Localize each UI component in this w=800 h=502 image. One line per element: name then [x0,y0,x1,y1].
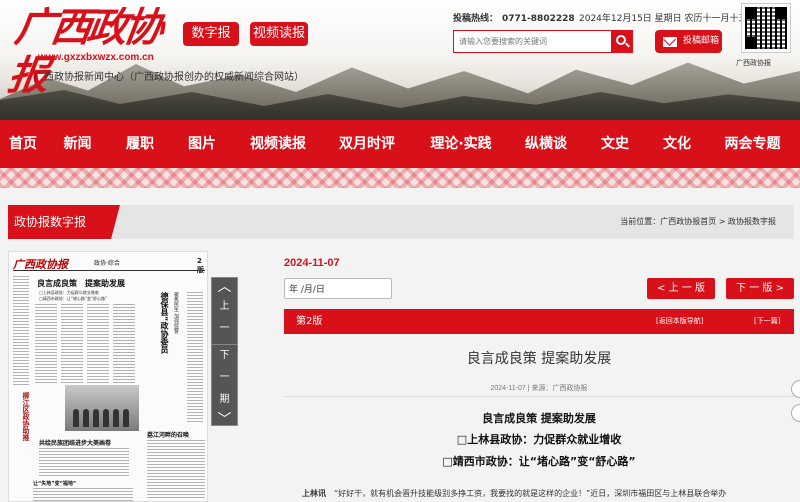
mail-icon [663,37,677,47]
return-to-page-nav-link[interactable]: [返回本版导航] [656,309,703,334]
article-heading-2: □上林县政协：力促群众就业增收 [456,433,622,446]
previous-edition-button[interactable]: < 上 一 版 [647,278,715,299]
paper-vertical-subhead: 聚焦民生 加强监督 [173,292,179,334]
paper-text-column [39,448,129,476]
paper-text-column [35,304,57,384]
paper-text-column [147,440,205,500]
digital-paper-button[interactable]: 数字报 [183,22,239,46]
paper-sub-2: □靖西市政协：让“堵心路”变“舒心路” [39,296,108,301]
date-picker-input[interactable] [284,278,392,299]
submission-mail-button[interactable]: 投稿邮箱 [655,30,722,53]
paper-page-number: 2版 [197,257,204,274]
hotline: 投稿热线： 0771-8802228 [453,11,575,24]
article-body: 上林讯 “好好干，就有机会晋升技能级别多挣工资，我要找的就是这样的企业！”近日，深… [302,488,794,499]
qr-code [741,3,791,53]
photo-person [83,409,89,427]
prev-issue-char-2: 一 [219,323,230,334]
nav-item-talk[interactable]: 纵横谈 [511,120,581,168]
paper-subheads: □上林县政协：力促群众就业增收 □靖西市政协：让“堵心路”变“舒心路” [39,290,107,302]
next-article-link[interactable]: [下一篇] [754,309,780,334]
search-input[interactable] [453,30,611,53]
current-date: 2024年12月15日 星期日 农历十一月十五 [579,14,748,24]
nav-item-news[interactable]: 新闻 [46,120,109,168]
chevron-left-icon: < [657,283,666,294]
nav-item-commentary[interactable]: 双月时评 [323,120,411,168]
photo-person [73,409,79,427]
search-bar [453,30,633,53]
paper-photo [65,385,139,431]
previous-edition-label: 上 一 版 [668,283,705,294]
chevron-up-icon: ︿ [217,279,232,295]
article-heading-3: □靖西市政协：让“堵心路”变“舒心路” [442,455,636,468]
site-subtitle: 广西政协报新闻中心（广西政协报创办的权威新闻综合网站） [34,72,304,83]
issue-date: 2024-11-07 [284,257,340,269]
newspaper-page-thumbnail[interactable]: 广西政协报 政协·综合 2版 良言成良策 提案助发展 □上林县政协：力促群众就业… [8,251,208,502]
article-divider [284,396,794,397]
next-issue-char-1: 下 [219,350,230,361]
paper-vertical-red-headline: 柳江区政协助推 [22,392,30,441]
paper-text-column [187,292,203,422]
edition-panel: 2024-11-07 < 上 一 版 下 一 版 > 第2版 [返回本版导航] … [284,251,794,502]
decorative-pattern-strip [0,168,800,188]
section-title-bar: 政协报数字报 当前位置：广西政协报首页 > 政协报数字报 [8,205,794,239]
site-header: 广西政协报 www.gxzxbxwzx.com.cn 数字报 视频读报 广西政协… [0,0,800,120]
paper-text-column [61,304,83,384]
nav-item-video[interactable]: 视频读报 [233,120,323,168]
next-issue-char-2: 一 [219,372,230,383]
paper-headline-4[interactable]: 让“失地”变“福地” [33,480,76,487]
page-bar: 第2版 [返回本版导航] [下一篇] [284,309,794,334]
nav-item-culture[interactable]: 文化 [649,120,705,168]
article-title: 良言成良策 提案助发展 [466,351,612,367]
paper-headline-2[interactable]: 共绘民族团结进步大美画卷 [39,438,111,447]
nav-item-theory[interactable]: 理论·实践 [411,120,511,168]
paper-headline-3[interactable]: 荔江河畔的召唤 [147,430,189,439]
chevron-right-icon: > [775,283,784,294]
qr-code-pattern [745,7,787,49]
paper-rule [13,270,205,271]
next-issue-button[interactable]: 下 一 期 ﹀ [211,344,238,428]
hotline-label: 投稿热线： [453,14,499,24]
nav-item-sessions[interactable]: 两会专题 [705,120,800,168]
qr-caption: 广西政协报 [736,59,771,67]
search-button[interactable] [611,30,633,53]
mail-button-label: 投稿邮箱 [683,36,720,46]
search-icon-handle [625,42,630,48]
nav-item-photos[interactable]: 图片 [171,120,233,168]
logo-url: www.gxzxbxwzx.com.cn [38,52,154,63]
paper-text-column [113,304,135,384]
article-heading-1: 良言成良策 提案助发展 [482,412,596,425]
article-body-text: “好好干，就有机会晋升技能级别多挣工资，我要找的就是这样的企业！”近日，深圳市福… [334,489,727,498]
page-label: 第2版 [296,316,323,327]
paper-vertical-headline: 德保县“政协委员 [160,292,169,354]
photo-person [93,409,99,427]
nav-item-history[interactable]: 文史 [581,120,649,168]
chevron-down-icon: ﹀ [217,412,232,428]
breadcrumb[interactable]: 当前位置：广西政协报首页 > 政协报数字报 [620,205,776,239]
paper-section-label: 政协·综合 [94,260,120,267]
article-dateline: 上林讯 [302,489,326,498]
paper-text-column [87,304,109,384]
nav-item-home[interactable]: 首页 [0,120,46,168]
article-meta: 2024-11-07 | 来源：广西政协报 [490,385,588,392]
photo-person [113,409,119,427]
next-issue-char-3: 期 [219,394,230,405]
prev-issue-char-1: 上 [219,301,230,312]
paper-headline[interactable]: 良言成良策 提案助发展 [37,278,125,289]
hotline-number: 0771-8802228 [502,14,575,24]
next-edition-button[interactable]: 下 一 版 > [726,278,794,299]
paper-text-column [33,488,133,501]
nav-item-duty[interactable]: 履职 [109,120,171,168]
photo-person [123,409,129,427]
video-reading-button[interactable]: 视频读报 [250,22,308,46]
paper-text-column [13,276,29,386]
main-nav: 首页 新闻 履职 图片 视频读报 双月时评 理论·实践 纵横谈 文史 文化 两会… [0,120,800,168]
photo-person [103,409,109,427]
section-title: 政协报数字报 [8,205,120,239]
site-logo[interactable]: 广西政协报 www.gxzxbxwzx.com.cn [5,4,162,99]
next-edition-label: 下 一 版 [736,283,773,294]
